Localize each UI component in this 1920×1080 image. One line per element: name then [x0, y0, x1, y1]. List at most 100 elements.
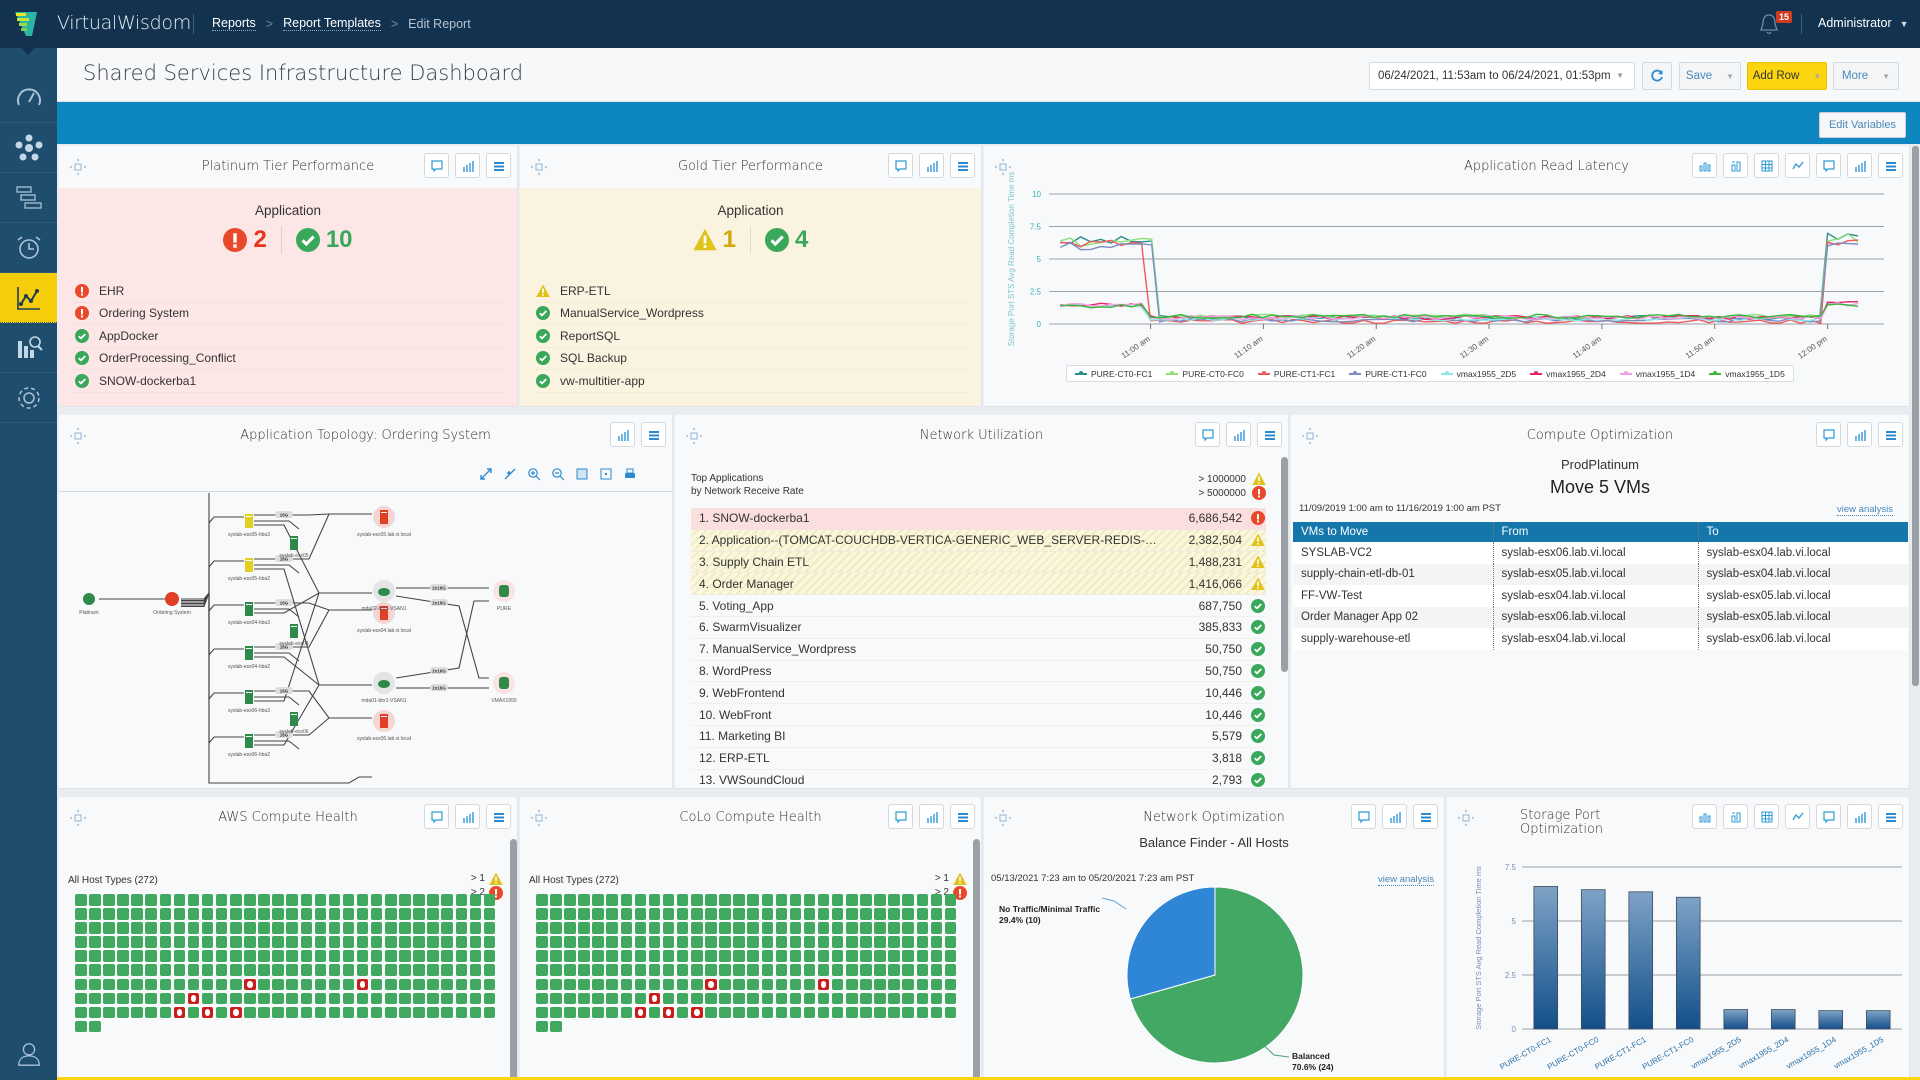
host-cell-ok[interactable]	[648, 922, 661, 934]
host-cell-ok[interactable]	[930, 922, 943, 934]
menu-button[interactable]	[950, 153, 975, 178]
host-cell-ok[interactable]	[89, 1020, 101, 1033]
host-cell-ok[interactable]	[187, 936, 200, 948]
host-cell-ok[interactable]	[564, 1006, 576, 1019]
host-cell-ok[interactable]	[75, 950, 87, 962]
host-cell-ok[interactable]	[342, 936, 355, 948]
chart-type-button[interactable]	[455, 804, 480, 829]
host-cell-critical[interactable]	[634, 1006, 647, 1019]
host-cell-ok[interactable]	[592, 894, 604, 906]
host-cell-ok[interactable]	[300, 964, 312, 976]
host-cell-ok[interactable]	[455, 936, 468, 948]
host-cell-ok[interactable]	[691, 908, 703, 920]
host-cell-ok[interactable]	[691, 992, 703, 1005]
host-cell-ok[interactable]	[385, 1006, 397, 1019]
host-cell-ok[interactable]	[215, 978, 228, 991]
host-cell-ok[interactable]	[888, 978, 900, 991]
host-cell-ok[interactable]	[103, 1006, 115, 1019]
host-cell-ok[interactable]	[483, 950, 496, 962]
host-cell-ok[interactable]	[578, 908, 590, 920]
menu-button[interactable]	[486, 804, 511, 829]
host-cell-ok[interactable]	[578, 894, 590, 906]
host-cell-ok[interactable]	[413, 922, 425, 934]
chart-type-button[interactable]	[1847, 422, 1872, 447]
save-button[interactable]: Save ▼	[1679, 62, 1741, 90]
drag-handle-icon[interactable]	[685, 427, 703, 445]
host-cell-ok[interactable]	[761, 894, 773, 906]
host-cell-ok[interactable]	[705, 922, 717, 934]
host-cell-ok[interactable]	[888, 922, 900, 934]
host-cell-ok[interactable]	[944, 922, 957, 934]
host-cell-ok[interactable]	[888, 1006, 900, 1019]
list-item[interactable]: vw-multitier-app	[536, 370, 965, 393]
host-cell-ok[interactable]	[173, 992, 186, 1005]
host-cell-ok[interactable]	[244, 922, 256, 934]
host-cell-ok[interactable]	[860, 908, 872, 920]
host-cell-ok[interactable]	[399, 936, 411, 948]
host-cell-ok[interactable]	[187, 978, 200, 991]
host-cell-ok[interactable]	[930, 950, 943, 962]
host-cell-ok[interactable]	[159, 992, 172, 1005]
host-cell-ok[interactable]	[747, 908, 759, 920]
host-cell-ok[interactable]	[817, 936, 830, 948]
host-cell-ok[interactable]	[89, 908, 101, 920]
host-cell-ok[interactable]	[455, 978, 468, 991]
host-cell-ok[interactable]	[399, 894, 411, 906]
host-cell-ok[interactable]	[300, 894, 312, 906]
list-item[interactable]: OrderProcessing_Conflict	[75, 348, 501, 370]
host-cell-ok[interactable]	[930, 992, 943, 1005]
host-cell-ok[interactable]	[789, 992, 802, 1005]
host-cell-ok[interactable]	[874, 936, 886, 948]
host-cell-ok[interactable]	[916, 950, 929, 962]
host-cell-ok[interactable]	[187, 964, 200, 976]
host-cell-ok[interactable]	[930, 1006, 943, 1019]
host-cell-ok[interactable]	[831, 1006, 844, 1019]
fit-to-screen-icon[interactable]	[575, 467, 589, 481]
host-cell-ok[interactable]	[356, 922, 369, 934]
host-cell-ok[interactable]	[272, 894, 284, 906]
host-cell-ok[interactable]	[789, 950, 802, 962]
host-cell-ok[interactable]	[328, 992, 341, 1005]
host-cell-ok[interactable]	[328, 978, 341, 991]
host-cell-ok[interactable]	[314, 922, 327, 934]
host-cell-ok[interactable]	[620, 1006, 633, 1019]
host-cell-ok[interactable]	[342, 950, 355, 962]
host-cell-ok[interactable]	[441, 978, 453, 991]
host-cell-ok[interactable]	[606, 894, 618, 906]
center-view-icon[interactable]	[599, 467, 613, 481]
table-row[interactable]: 5. Voting_App 687,750	[691, 595, 1266, 617]
host-cell-ok[interactable]	[620, 936, 633, 948]
host-cell-ok[interactable]	[592, 992, 604, 1005]
host-cell-ok[interactable]	[215, 922, 228, 934]
more-button[interactable]: More ▼	[1833, 62, 1899, 90]
host-cell-ok[interactable]	[145, 894, 157, 906]
host-cell-ok[interactable]	[860, 936, 872, 948]
host-cell-ok[interactable]	[201, 978, 214, 991]
host-cell-ok[interactable]	[578, 964, 590, 976]
host-cell-ok[interactable]	[874, 992, 886, 1005]
host-cell-ok[interactable]	[817, 1006, 830, 1019]
host-cell-ok[interactable]	[902, 978, 914, 991]
host-cell-ok[interactable]	[705, 950, 717, 962]
host-cell-ok[interactable]	[230, 978, 242, 991]
host-cell-ok[interactable]	[536, 1020, 548, 1033]
host-cell-ok[interactable]	[662, 964, 675, 976]
host-cell-ok[interactable]	[413, 894, 425, 906]
host-cell-ok[interactable]	[103, 978, 115, 991]
list-item[interactable]: AppDocker	[75, 325, 501, 348]
host-cell-ok[interactable]	[300, 1006, 312, 1019]
host-cell-ok[interactable]	[399, 908, 411, 920]
host-cell-ok[interactable]	[159, 978, 172, 991]
host-cell-ok[interactable]	[258, 978, 270, 991]
host-cell-ok[interactable]	[874, 894, 886, 906]
list-item[interactable]: ManualService_Wordpress	[536, 303, 965, 325]
host-cell-ok[interactable]	[648, 1006, 661, 1019]
host-cell-ok[interactable]	[159, 964, 172, 976]
drag-handle-icon[interactable]	[69, 809, 87, 827]
host-cell-ok[interactable]	[469, 978, 482, 991]
host-cell-ok[interactable]	[272, 922, 284, 934]
comment-button[interactable]	[888, 804, 913, 829]
host-cell-ok[interactable]	[75, 964, 87, 976]
host-cell-ok[interactable]	[131, 950, 143, 962]
host-cell-ok[interactable]	[676, 950, 689, 962]
